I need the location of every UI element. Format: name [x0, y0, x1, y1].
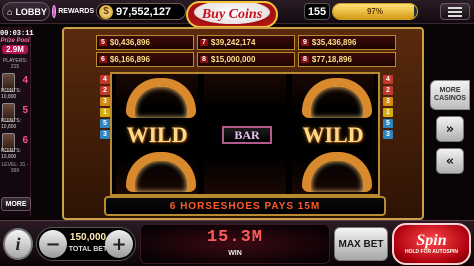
payline-marker: 3	[100, 130, 110, 139]
xp-percent: 97%	[366, 7, 383, 16]
paytable-cell: 8 $15,000,000	[197, 52, 295, 67]
payline-marker: 4	[383, 75, 393, 84]
gift-icon	[52, 5, 57, 18]
reel-window: WILD BAR WILD	[110, 72, 380, 196]
prize-pool-value: 2.9M	[2, 45, 28, 54]
player-rank: 5	[22, 105, 28, 116]
bet-control: − 150,000 TOTAL BET +	[36, 227, 136, 261]
prize-pool-label: Prize Pool	[0, 38, 30, 44]
payline-marker: 1	[383, 108, 393, 117]
bottom-bar: i − 150,000 TOTAL BET + 15.3M WIN MAX BE…	[0, 220, 474, 266]
buy-coins-label: Buy Coins	[201, 6, 263, 22]
horseshoe-icon	[302, 152, 372, 192]
player-rank: 4	[22, 75, 28, 86]
decrease-bet-button[interactable]: −	[39, 230, 67, 258]
paytable-cell: 5 $0,436,896	[96, 35, 194, 50]
fast-forward-icon: »	[445, 121, 455, 137]
player-rank: 6	[22, 135, 28, 146]
rewards-label: REWARDS	[58, 8, 94, 15]
lobby-button[interactable]: ⌂ LOBBY	[2, 2, 50, 21]
menu-button[interactable]	[440, 3, 470, 20]
increase-bet-button[interactable]: +	[105, 230, 133, 258]
player-points: POINTS: 10,800	[1, 148, 22, 160]
wild-symbol: WILD	[126, 122, 188, 147]
payline-marker: 5	[383, 119, 393, 128]
paytable-row: 5 $0,436,896 7 $39,242,174 9 $35,436,896	[96, 35, 396, 50]
tournament-timer: 00:03:11	[0, 30, 34, 38]
slot-machine: 5 $0,436,896 7 $39,242,174 9 $35,436,896 6 $…	[62, 27, 424, 220]
rewind-button[interactable]: «	[436, 148, 464, 174]
paytable-cell: 9 $35,436,896	[298, 35, 396, 50]
paytable-cell: 6 $6,166,896	[96, 52, 194, 67]
autospin-hint: HOLD FOR AUTOSPIN	[404, 249, 459, 255]
paytable-cell: 8 $77,18,896	[298, 52, 396, 67]
rewards-button[interactable]: REWARDS	[52, 2, 94, 21]
fast-forward-button[interactable]: »	[436, 116, 464, 142]
rewind-icon: «	[445, 153, 455, 169]
paylines-right: 4 2 3 1 5 3	[383, 75, 393, 141]
top-bar: ⌂ LOBBY REWARDS $ 97,552,127 Buy Coins 1…	[0, 0, 474, 28]
reel-right: WILD	[292, 74, 374, 194]
coin-balance: $ 97,552,127	[96, 3, 186, 20]
max-bet-button[interactable]: MAX BET	[334, 227, 388, 261]
player-level: 155	[304, 3, 330, 20]
reel-center: BAR	[204, 74, 286, 194]
tournament-leaderboard[interactable]: 00:03:11 Prize Pool 2.9M PLAYERS: 215 4 …	[0, 27, 34, 217]
payline-marker: 2	[100, 86, 110, 95]
horseshoe-icon	[126, 78, 196, 118]
total-bet-value: 150,000	[69, 232, 107, 243]
spin-button[interactable]: Spin HOLD FOR AUTOSPIN	[392, 223, 471, 265]
win-label: WIN	[228, 250, 242, 257]
bar-symbol: BAR	[222, 126, 272, 144]
payline-marker: 2	[383, 86, 393, 95]
paylines-left: 4 2 3 1 5 3	[100, 75, 110, 141]
horseshoe-icon	[126, 152, 196, 192]
reel-left: WILD	[116, 74, 198, 194]
info-button[interactable]: i	[3, 228, 33, 260]
level-range: LEVEL: 31 - 999	[1, 162, 29, 174]
buy-coins-button[interactable]: Buy Coins	[186, 1, 278, 28]
payline-marker: 4	[100, 75, 110, 84]
payline-marker: 3	[100, 97, 110, 106]
player-points: POINTS: 10,800	[1, 88, 22, 100]
balance-value: 97,552,127	[116, 5, 172, 18]
paytable-row: 6 $6,166,896 8 $15,000,000 8 $77,18,896	[96, 52, 396, 67]
paytable-cell: 7 $39,242,174	[197, 35, 295, 50]
total-bet-label: TOTAL BET	[68, 246, 108, 253]
more-casinos-button[interactable]: MORE CASINOS	[430, 80, 470, 110]
players-count: PLAYERS: 215	[2, 58, 28, 70]
payline-marker: 3	[383, 97, 393, 106]
spin-label: Spin	[416, 232, 447, 249]
win-message: 6 HORSESHOES PAYS 15M	[104, 196, 386, 216]
leaderboard-player: 4 POINTS: 10,800	[1, 73, 29, 100]
win-display: 15.3M WIN	[140, 224, 330, 264]
leaderboard-player: 6 POINTS: 10,800	[1, 133, 29, 160]
leaderboard-player: 5 POINTS: 10,800	[1, 103, 29, 130]
menu-icon	[448, 6, 462, 9]
xp-progress-bar: 97%	[332, 3, 418, 20]
win-amount: 15.3M	[206, 228, 263, 247]
horseshoe-icon	[302, 78, 372, 118]
side-panel: MORE CASINOS » «	[430, 80, 474, 174]
coin-icon: $	[99, 4, 113, 19]
payline-marker: 3	[383, 130, 393, 139]
wild-symbol: WILD	[302, 122, 364, 147]
home-icon: ⌂	[7, 6, 13, 17]
jackpot-paytable: 5 $0,436,896 7 $39,242,174 9 $35,436,896 6 $…	[96, 35, 396, 70]
payline-marker: 1	[100, 108, 110, 117]
lobby-label: LOBBY	[15, 6, 47, 17]
player-points: POINTS: 10,800	[1, 118, 22, 130]
payline-marker: 5	[100, 119, 110, 128]
leaderboard-more-button[interactable]: MORE	[1, 197, 31, 211]
